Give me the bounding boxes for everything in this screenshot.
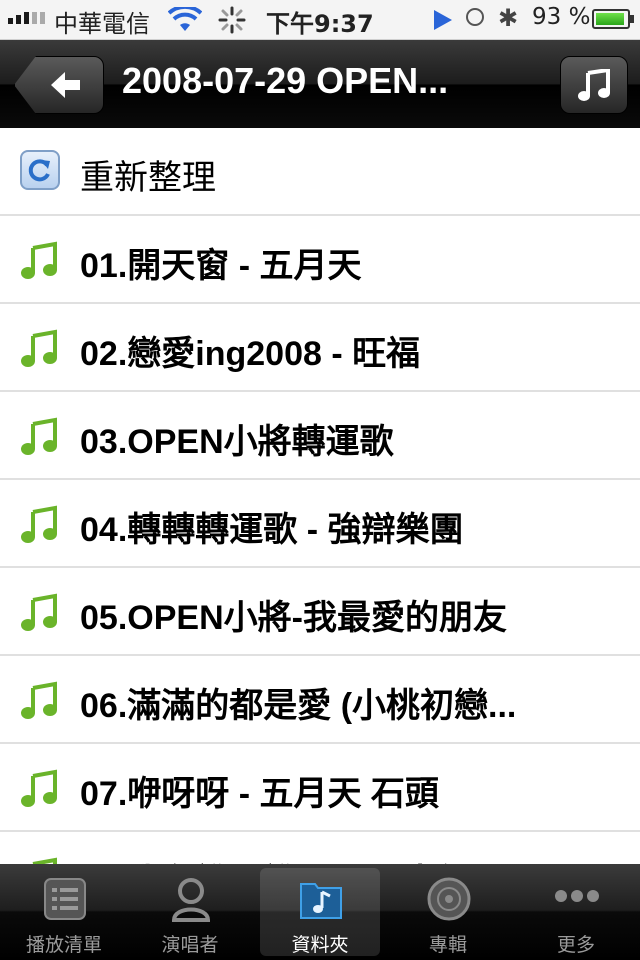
song-title: 05.OPEN小將-我最愛的朋友 — [80, 599, 507, 637]
music-note-icon — [21, 329, 57, 367]
page-title: 2008-07-29 OPEN... — [122, 60, 449, 101]
song-title: 08.我有誰是誰2008 - 南征 — [80, 854, 610, 864]
artist-icon — [171, 878, 211, 922]
song-title: 01.開天窗 - 五月天 — [80, 247, 362, 285]
carrier-label: 中華電信 — [54, 10, 150, 38]
tab-folders[interactable]: 資料夾 — [260, 868, 380, 956]
activity-spinner-icon — [218, 6, 246, 34]
tab-folders-label: 資料夾 — [291, 934, 349, 956]
music-note-icon — [21, 769, 57, 807]
status-bar: 中華電信 下午9:37 ✱ 93 % — [0, 0, 640, 40]
song-title: 02.戀愛ing2008 - 旺福 — [80, 335, 421, 373]
song-row[interactable]: 07.咿呀呀 - 五月天 石頭 — [0, 744, 640, 832]
battery-icon — [592, 9, 634, 29]
song-row[interactable]: 02.戀愛ing2008 - 旺福 — [0, 304, 640, 392]
tab-albums-label: 專輯 — [428, 934, 467, 956]
more-dots-icon — [555, 890, 599, 902]
battery-percent: 93 % — [532, 4, 591, 30]
bluetooth-icon: ✱ — [498, 4, 519, 32]
refresh-label: 重新整理 — [80, 159, 216, 197]
song-list: 重新整理 01.開天窗 - 五月天 02.戀愛ing2008 - 旺福 03.OPE… — [0, 128, 640, 864]
song-row[interactable]: 03.OPEN小將轉運歌 — [0, 392, 640, 480]
folder-music-icon — [300, 883, 342, 919]
music-note-icon — [21, 593, 57, 631]
playlist-icon — [44, 878, 86, 920]
tab-playlists-label: 播放清單 — [25, 934, 102, 956]
tab-albums[interactable]: 專輯 — [388, 868, 508, 956]
navigation-bar: 2008-07-29 OPEN... — [0, 40, 640, 128]
music-note-icon — [32, 857, 57, 864]
song-title: 06.滿滿的都是愛 (小桃初戀... — [80, 687, 517, 725]
music-note-icon — [578, 69, 610, 101]
song-row[interactable]: 01.開天窗 - 五月天 — [0, 216, 640, 304]
tab-artists[interactable]: 演唱者 — [130, 868, 250, 956]
song-title: 07.咿呀呀 - 五月天 石頭 — [80, 775, 439, 813]
song-row[interactable]: 04.轉轉轉運歌 - 強辯樂團 — [0, 480, 640, 568]
tab-playlists[interactable]: 播放清單 — [4, 868, 124, 956]
refresh-icon — [20, 150, 60, 190]
song-row[interactable]: 05.OPEN小將-我最愛的朋友 — [0, 568, 640, 656]
tab-bar: 播放清單 演唱者 資料夾 專輯 更多 — [0, 864, 640, 960]
music-note-icon — [21, 505, 57, 543]
song-title: 04.轉轉轉運歌 - 強辯樂團 — [80, 511, 464, 549]
music-note-icon — [21, 681, 57, 719]
tab-more[interactable]: 更多 — [516, 868, 636, 956]
now-playing-button[interactable] — [560, 56, 628, 114]
play-icon — [434, 10, 452, 30]
song-row[interactable]: 08.我有誰是誰2008 - 南征 — [0, 832, 640, 864]
tab-artists-label: 演唱者 — [161, 934, 219, 956]
back-button[interactable] — [14, 56, 104, 114]
music-note-icon — [21, 241, 57, 279]
music-note-icon — [21, 417, 57, 455]
song-row[interactable]: 06.滿滿的都是愛 (小桃初戀... — [0, 656, 640, 744]
wifi-icon — [168, 7, 202, 31]
tab-more-label: 更多 — [556, 934, 595, 956]
album-disc-icon — [427, 877, 471, 921]
back-arrow-icon — [51, 72, 80, 98]
song-title: 03.OPEN小將轉運歌 — [80, 423, 394, 461]
status-time: 下午9:37 — [266, 10, 374, 38]
refresh-row[interactable]: 重新整理 — [0, 128, 640, 216]
clock-icon — [466, 8, 484, 26]
